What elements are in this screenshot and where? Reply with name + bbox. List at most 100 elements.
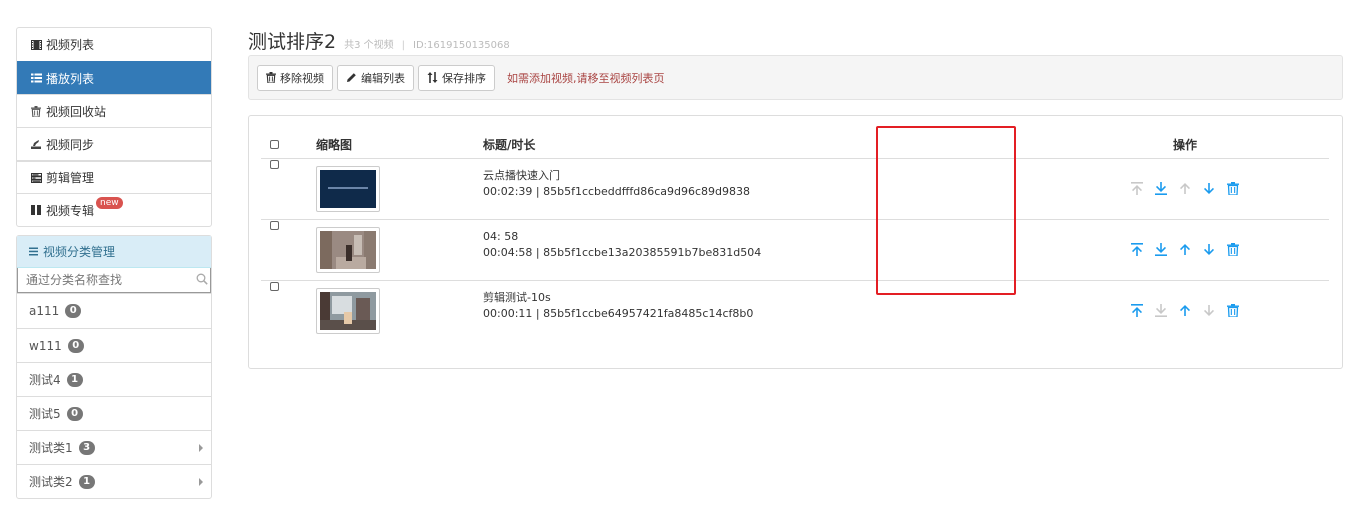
video-info: 云点播快速入门 00:02:39 | 85b5f1ccbeddfffd86ca9… xyxy=(483,168,1123,200)
sort-icon xyxy=(427,72,438,83)
film-icon xyxy=(29,39,43,50)
move-bottom-icon[interactable] xyxy=(1149,181,1173,197)
nav-label: 视频列表 xyxy=(46,38,95,52)
video-title: 剪辑测试-10s xyxy=(483,290,551,304)
move-top-icon xyxy=(1125,181,1149,197)
category-count: 0 xyxy=(66,406,83,421)
video-count: 共3 个视频 xyxy=(344,40,394,51)
list-icon xyxy=(29,245,38,259)
button-label: 编辑列表 xyxy=(361,71,405,85)
tasks-icon xyxy=(29,172,43,183)
search-icon[interactable] xyxy=(196,273,208,285)
delete-icon[interactable] xyxy=(1221,181,1245,197)
move-down-icon[interactable] xyxy=(1197,181,1221,197)
sidebar: 视频列表 播放列表 视频回收站 视频同步 剪辑管理 视频专辑 new 视频分类管… xyxy=(16,27,212,499)
row-checkbox[interactable] xyxy=(270,282,279,292)
category-search xyxy=(17,268,211,294)
caret-right-icon[interactable] xyxy=(199,444,203,452)
nav-item-video-sync[interactable]: 视频同步 xyxy=(17,127,211,160)
category-item[interactable]: w111 0 xyxy=(17,328,211,362)
main-content: 测试排序2 共3 个视频 | ID:1619150135068 移除视频 编辑列… xyxy=(248,27,1343,369)
category-name: 测试类2 xyxy=(29,475,73,489)
move-up-icon[interactable] xyxy=(1173,242,1197,258)
move-down-icon xyxy=(1197,303,1221,319)
video-table: 缩略图 标题/时长 操作 云点播快速入门 00:02:39 | 85b5f1cc… xyxy=(261,132,1329,341)
title-row: 测试排序2 共3 个视频 | ID:1619150135068 xyxy=(248,27,1343,55)
remove-video-button[interactable]: 移除视频 xyxy=(257,64,333,91)
category-header: 视频分类管理 xyxy=(17,236,211,268)
category-list: a111 0 w111 0 测试4 1 测试5 0 测试类1 3 测试类2 1 xyxy=(17,294,211,498)
move-bottom-icon[interactable] xyxy=(1149,242,1173,258)
main-nav: 视频列表 播放列表 视频回收站 视频同步 剪辑管理 视频专辑 new xyxy=(16,27,212,227)
nav-label: 视频回收站 xyxy=(46,104,107,119)
video-meta: 00:00:11 | 85b5f1ccbe64957421fa8485c14cf… xyxy=(483,306,754,320)
category-count: 0 xyxy=(65,304,82,318)
category-item[interactable]: a111 0 xyxy=(17,294,211,328)
button-label: 保存排序 xyxy=(442,71,486,85)
move-up-icon xyxy=(1173,181,1197,197)
trash-icon xyxy=(266,72,276,83)
move-up-icon[interactable] xyxy=(1173,303,1197,319)
category-title: 视频分类管理 xyxy=(43,245,116,259)
save-order-button[interactable]: 保存排序 xyxy=(418,64,495,91)
category-name: 测试5 xyxy=(29,407,61,421)
table-row: 云点播快速入门 00:02:39 | 85b5f1ccbeddfffd86ca9… xyxy=(261,158,1329,219)
video-table-panel: 缩略图 标题/时长 操作 云点播快速入门 00:02:39 | 85b5f1cc… xyxy=(248,115,1343,369)
category-count: 1 xyxy=(66,372,83,387)
nav-item-album[interactable]: 视频专辑 new xyxy=(17,193,211,226)
nav-item-recycle-bin[interactable]: 视频回收站 xyxy=(17,94,211,127)
col-thumb-header: 缩略图 xyxy=(316,132,483,159)
video-info: 剪辑测试-10s 00:00:11 | 85b5f1ccbe64957421fa… xyxy=(483,290,1123,322)
video-meta: 00:02:39 | 85b5f1ccbeddfffd86ca9d96c89d9… xyxy=(483,184,750,198)
video-info: 04: 58 00:04:58 | 85b5f1ccbe13a20385591b… xyxy=(483,229,1123,261)
move-down-icon[interactable] xyxy=(1197,242,1221,258)
move-bottom-icon xyxy=(1149,303,1173,319)
col-title-header: 标题/时长 xyxy=(483,132,1123,159)
caret-right-icon[interactable] xyxy=(199,478,203,486)
table-header-row: 缩略图 标题/时长 操作 xyxy=(261,132,1329,159)
category-item[interactable]: 测试4 1 xyxy=(17,362,211,396)
button-label: 移除视频 xyxy=(280,71,324,85)
category-item[interactable]: 测试类2 1 xyxy=(17,464,211,498)
playlist-id: ID:1619150135068 xyxy=(413,40,510,51)
nav-label: 视频专辑 xyxy=(46,203,95,218)
category-search-input[interactable] xyxy=(17,268,211,293)
row-checkbox[interactable] xyxy=(270,221,279,230)
row-operations xyxy=(1123,181,1329,197)
nav-item-video-list[interactable]: 视频列表 xyxy=(17,28,211,61)
category-name: 测试4 xyxy=(29,373,61,387)
category-name: a111 xyxy=(29,304,60,318)
row-operations xyxy=(1123,242,1329,258)
category-name: w111 xyxy=(29,338,62,353)
row-operations xyxy=(1123,303,1329,319)
nav-item-clip-management[interactable]: 剪辑管理 xyxy=(17,160,211,193)
move-top-icon[interactable] xyxy=(1125,303,1149,319)
edit-list-button[interactable]: 编辑列表 xyxy=(337,64,414,91)
category-item[interactable]: 测试5 0 xyxy=(17,396,211,430)
delete-icon[interactable] xyxy=(1221,242,1245,258)
nav-label: 视频同步 xyxy=(46,137,95,152)
category-count: 0 xyxy=(67,338,84,353)
nav-label: 剪辑管理 xyxy=(46,171,95,185)
toolbar: 移除视频 编辑列表 保存排序 如需添加视频,请移至视频列表页 xyxy=(248,55,1343,100)
table-row: 剪辑测试-10s 00:00:11 | 85b5f1ccbe64957421fa… xyxy=(261,279,1329,341)
pencil-icon xyxy=(347,73,356,82)
new-badge: new xyxy=(96,197,123,209)
category-count: 3 xyxy=(78,440,95,455)
video-meta: 00:04:58 | 85b5f1ccbe13a20385591b7be831d… xyxy=(483,245,762,259)
table-row: 04: 58 00:04:58 | 85b5f1ccbe13a20385591b… xyxy=(261,218,1329,280)
video-thumbnail[interactable] xyxy=(316,226,380,273)
nav-item-playlist[interactable]: 播放列表 xyxy=(17,61,211,94)
video-title: 云点播快速入门 xyxy=(483,168,560,182)
title-separator: | xyxy=(401,40,406,51)
toolbar-hint: 如需添加视频,请移至视频列表页 xyxy=(507,71,665,85)
sync-icon xyxy=(29,139,43,149)
move-top-icon[interactable] xyxy=(1125,242,1149,258)
category-item[interactable]: 测试类1 3 xyxy=(17,430,211,464)
select-all-checkbox[interactable] xyxy=(270,139,279,149)
category-panel: 视频分类管理 a111 0 w111 0 测试4 1 测试5 0 xyxy=(16,235,212,499)
row-checkbox[interactable] xyxy=(270,160,279,169)
delete-icon[interactable] xyxy=(1221,303,1245,319)
video-thumbnail[interactable] xyxy=(316,165,380,212)
video-thumbnail[interactable] xyxy=(316,287,380,334)
